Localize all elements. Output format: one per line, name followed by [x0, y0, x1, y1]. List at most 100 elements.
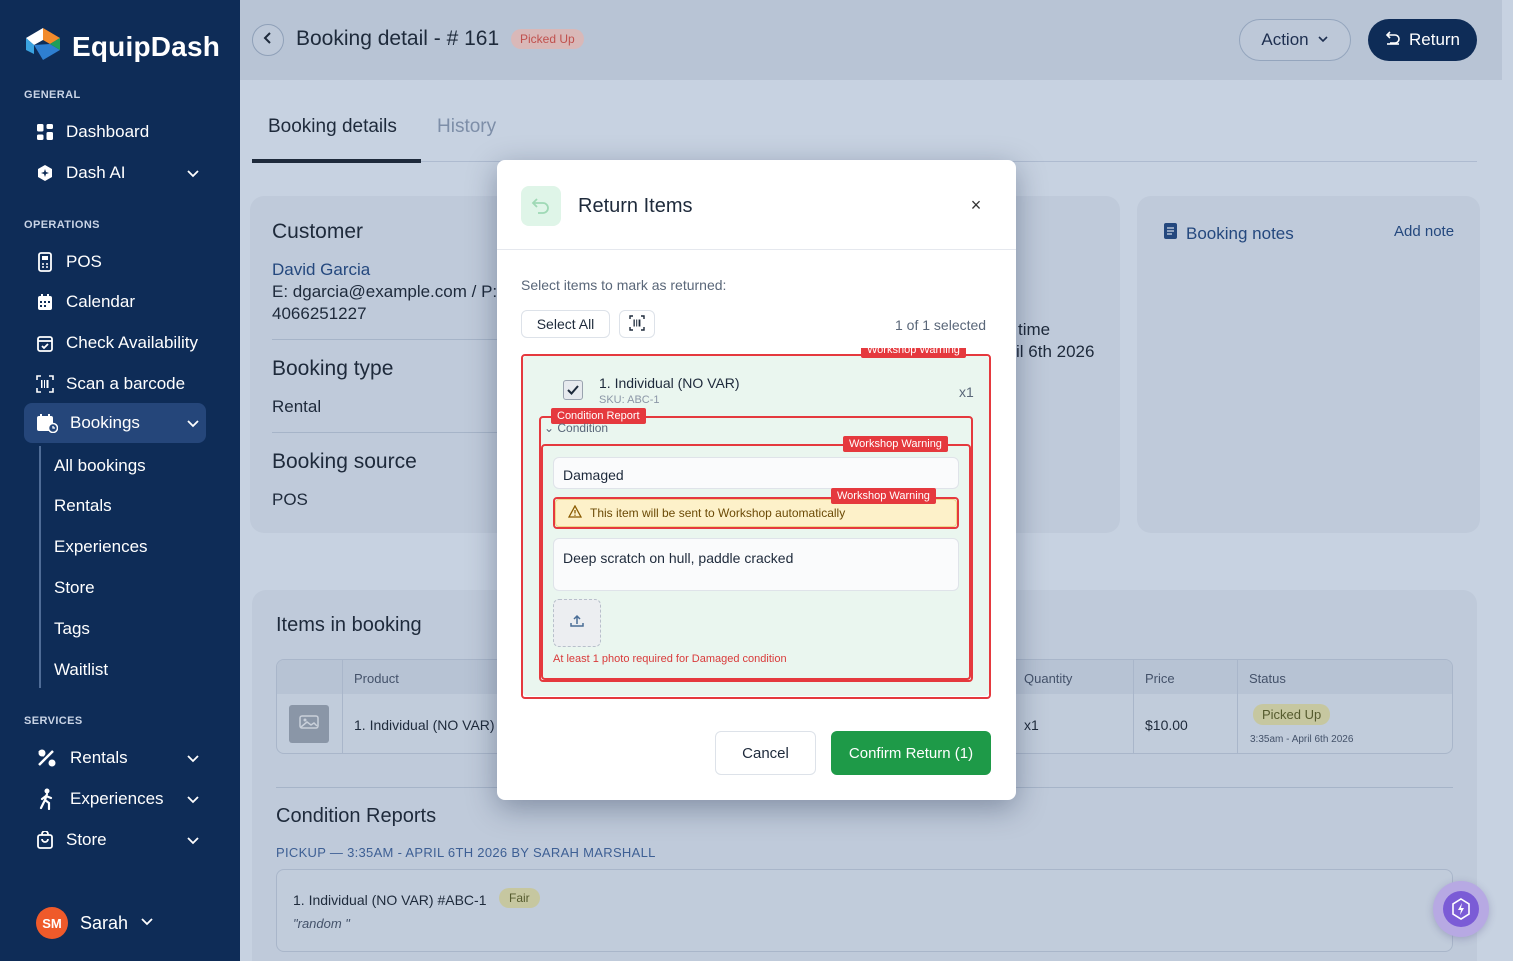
sub-waitlist[interactable]: Waitlist [54, 660, 108, 680]
back-icon [261, 31, 275, 50]
logo-icon [24, 26, 62, 67]
row-product: 1. Individual (NO VAR) [354, 717, 495, 733]
page-title: Booking detail - # 161 [296, 27, 500, 50]
nav-experiences[interactable]: Experiences [24, 779, 206, 819]
nav-calendar[interactable]: Calendar [24, 282, 206, 322]
column-header-price: Price [1145, 671, 1175, 686]
nav-bookings-label: Bookings [70, 413, 140, 432]
back-button[interactable] [252, 24, 284, 56]
select-all-button[interactable]: Select All [521, 310, 610, 338]
user-menu[interactable]: SM Sarah [36, 907, 154, 939]
scan-barcode-button[interactable] [619, 310, 655, 338]
customer-name-link[interactable]: David Garcia [272, 260, 370, 280]
sidebar: EquipDash GENERAL Dashboard Dash AI OPER… [0, 0, 240, 961]
lightning-icon [1443, 891, 1479, 927]
row-status-badge: Picked Up [1253, 704, 1331, 725]
condition-badge: Fair [499, 888, 540, 908]
report-note: "random " [293, 916, 350, 931]
barcode-icon [629, 314, 645, 334]
tab-history[interactable]: History [437, 116, 496, 138]
section-services: SERVICES [24, 715, 83, 727]
barcode-icon [36, 375, 54, 393]
column-separator [1237, 660, 1238, 753]
nav-scan-barcode-label: Scan a barcode [66, 374, 186, 393]
nav-check-availability[interactable]: Check Availability [24, 323, 206, 363]
close-icon[interactable]: × [967, 195, 985, 215]
customer-phone: 4066251227 [272, 304, 367, 323]
chevron-down-icon [186, 750, 200, 770]
avatar: SM [36, 907, 68, 939]
check-availability-icon [36, 334, 54, 352]
modal-title: Return Items [578, 195, 693, 217]
experiences-icon [36, 788, 58, 810]
sub-experiences[interactable]: Experiences [54, 537, 148, 557]
modal-subtitle: Select items to mark as returned: [521, 277, 727, 293]
sub-tags[interactable]: Tags [54, 619, 90, 639]
divider [272, 339, 500, 340]
item-qty: x1 [959, 384, 974, 400]
damage-notes-textarea[interactable]: Deep scratch on hull, paddle cracked [553, 538, 959, 591]
chevron-down-icon [1317, 30, 1329, 50]
row-status-time: 3:35am - April 6th 2026 [1250, 734, 1354, 745]
item-name: 1. Individual (NO VAR) [599, 375, 740, 391]
chevron-down-icon [140, 914, 154, 933]
product-thumbnail [289, 705, 329, 743]
item-sku: SKU: ABC-1 [599, 394, 660, 406]
assistant-fab[interactable] [1433, 881, 1489, 937]
condition-select[interactable]: Damaged [553, 457, 959, 489]
store-icon [36, 831, 54, 849]
customer-heading: Customer [272, 220, 364, 243]
nav-dash-ai[interactable]: Dash AI [24, 153, 206, 193]
booking-source-heading: Booking source [272, 450, 417, 473]
pos-icon [36, 252, 54, 272]
section-operations: OPERATIONS [24, 219, 100, 231]
cancel-button[interactable]: Cancel [715, 731, 816, 775]
brand[interactable]: EquipDash [24, 26, 220, 67]
submenu-rail [39, 446, 41, 688]
photo-upload-button[interactable] [553, 599, 601, 647]
nav-pos-label: POS [66, 252, 102, 271]
return-icon [1385, 30, 1401, 51]
item-checkbox[interactable] [563, 380, 583, 400]
selected-count: 1 of 1 selected [895, 317, 987, 333]
sub-rentals[interactable]: Rentals [54, 496, 112, 516]
calendar-icon [36, 293, 54, 311]
notes-header: Booking notes [1163, 222, 1294, 245]
return-icon [521, 186, 561, 226]
sub-store[interactable]: Store [54, 578, 95, 598]
nav-dashboard[interactable]: Dashboard [24, 112, 206, 152]
tab-booking-details[interactable]: Booking details [268, 116, 397, 138]
image-placeholder-icon [299, 714, 319, 735]
section-general: GENERAL [24, 89, 81, 101]
upload-icon [569, 613, 585, 634]
nav-scan-barcode[interactable]: Scan a barcode [24, 364, 206, 404]
notes-heading: Booking notes [1186, 223, 1294, 243]
nav-store[interactable]: Store [24, 820, 206, 860]
dashboard-icon [36, 123, 54, 141]
condition-label: Condition [557, 421, 609, 435]
nav-store-label: Store [66, 830, 107, 849]
return-items-modal: Return Items × Select items to mark as r… [497, 160, 1016, 800]
sub-all-bookings[interactable]: All bookings [54, 456, 146, 476]
modal-divider [497, 249, 1016, 250]
row-price: $10.00 [1145, 717, 1188, 733]
condition-toggle[interactable]: ⌄ Condition [544, 421, 608, 435]
action-label: Action [1261, 30, 1309, 49]
chevron-down-icon [186, 415, 200, 435]
confirm-return-button[interactable]: Confirm Return (1) [831, 731, 991, 775]
workshop-warning-tag: Workshop Warning [831, 488, 936, 504]
nav-rentals-label: Rentals [70, 748, 128, 767]
nav-bookings[interactable]: Bookings [24, 403, 206, 443]
pickup-label: PICKUP — 3:35AM - APRIL 6TH 2026 BY SARA… [276, 845, 656, 860]
nav-pos[interactable]: POS [24, 242, 206, 282]
column-header-product: Product [354, 671, 399, 686]
divider [272, 432, 500, 433]
return-button[interactable]: Return [1368, 19, 1477, 61]
notes-icon [1163, 222, 1178, 245]
rentals-icon [36, 749, 58, 767]
add-note-link[interactable]: Add note [1394, 223, 1454, 240]
action-button[interactable]: Action [1239, 19, 1351, 61]
chevron-down-icon [186, 165, 200, 185]
brand-name: EquipDash [72, 30, 221, 62]
nav-rentals[interactable]: Rentals [24, 738, 206, 778]
